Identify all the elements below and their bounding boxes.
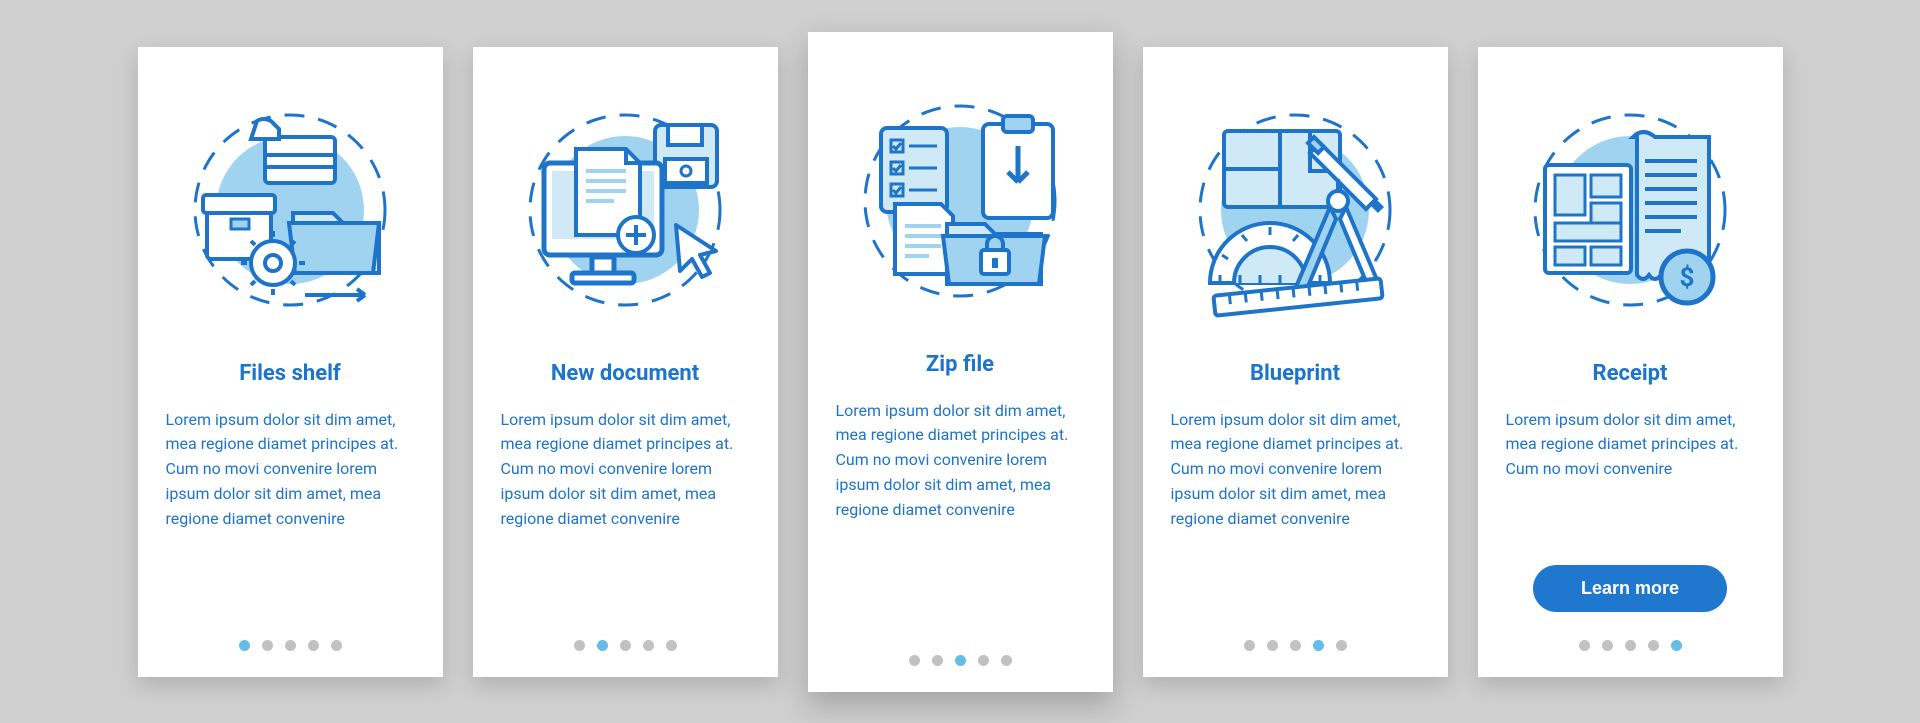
- card-title: New document: [551, 361, 699, 386]
- dot[interactable]: [1290, 640, 1301, 651]
- pagination-dots: [909, 655, 1012, 666]
- svg-text:$: $: [1680, 263, 1695, 293]
- dot[interactable]: [1625, 640, 1636, 651]
- dot[interactable]: [1001, 655, 1012, 666]
- card-description: Lorem ipsum dolor sit dim amet, mea regi…: [836, 399, 1085, 655]
- pagination-dots: [239, 640, 342, 651]
- card-description: Lorem ipsum dolor sit dim amet, mea regi…: [166, 408, 415, 640]
- dot[interactable]: [666, 640, 677, 651]
- dot[interactable]: [955, 655, 966, 666]
- card-title: Blueprint: [1250, 361, 1340, 386]
- pagination-dots: [574, 640, 677, 651]
- dot[interactable]: [932, 655, 943, 666]
- dot[interactable]: [239, 640, 250, 651]
- card-description: Lorem ipsum dolor sit dim amet, mea regi…: [1506, 408, 1755, 565]
- dot[interactable]: [308, 640, 319, 651]
- zip-file-icon: [835, 76, 1085, 326]
- receipt-icon: $: [1505, 85, 1755, 335]
- onboarding-card-zip-file: Zip file Lorem ipsum dolor sit dim amet,…: [808, 32, 1113, 692]
- dot[interactable]: [1336, 640, 1347, 651]
- dot[interactable]: [331, 640, 342, 651]
- dot[interactable]: [1671, 640, 1682, 651]
- dot[interactable]: [1313, 640, 1324, 651]
- onboarding-card-files-shelf: Files shelf Lorem ipsum dolor sit dim am…: [138, 47, 443, 677]
- card-title: Zip file: [926, 352, 994, 377]
- dot[interactable]: [597, 640, 608, 651]
- dot[interactable]: [285, 640, 296, 651]
- dot[interactable]: [574, 640, 585, 651]
- card-description: Lorem ipsum dolor sit dim amet, mea regi…: [501, 408, 750, 640]
- learn-more-button[interactable]: Learn more: [1533, 565, 1727, 612]
- card-description: Lorem ipsum dolor sit dim amet, mea regi…: [1171, 408, 1420, 640]
- files-shelf-icon: [165, 85, 415, 335]
- card-title: Files shelf: [239, 361, 341, 386]
- onboarding-card-new-document: New document Lorem ipsum dolor sit dim a…: [473, 47, 778, 677]
- onboarding-card-receipt: $ Receipt Lorem ipsum dolor sit dim amet…: [1478, 47, 1783, 677]
- dot[interactable]: [978, 655, 989, 666]
- dot[interactable]: [1244, 640, 1255, 651]
- dot[interactable]: [909, 655, 920, 666]
- dot[interactable]: [620, 640, 631, 651]
- dot[interactable]: [262, 640, 273, 651]
- onboarding-card-blueprint: Blueprint Lorem ipsum dolor sit dim amet…: [1143, 47, 1448, 677]
- dot[interactable]: [643, 640, 654, 651]
- dot[interactable]: [1579, 640, 1590, 651]
- pagination-dots: [1244, 640, 1347, 651]
- dot[interactable]: [1602, 640, 1613, 651]
- dot[interactable]: [1648, 640, 1659, 651]
- new-document-icon: [500, 85, 750, 335]
- blueprint-icon: [1170, 85, 1420, 335]
- pagination-dots: [1579, 640, 1682, 651]
- dot[interactable]: [1267, 640, 1278, 651]
- card-title: Receipt: [1593, 361, 1668, 386]
